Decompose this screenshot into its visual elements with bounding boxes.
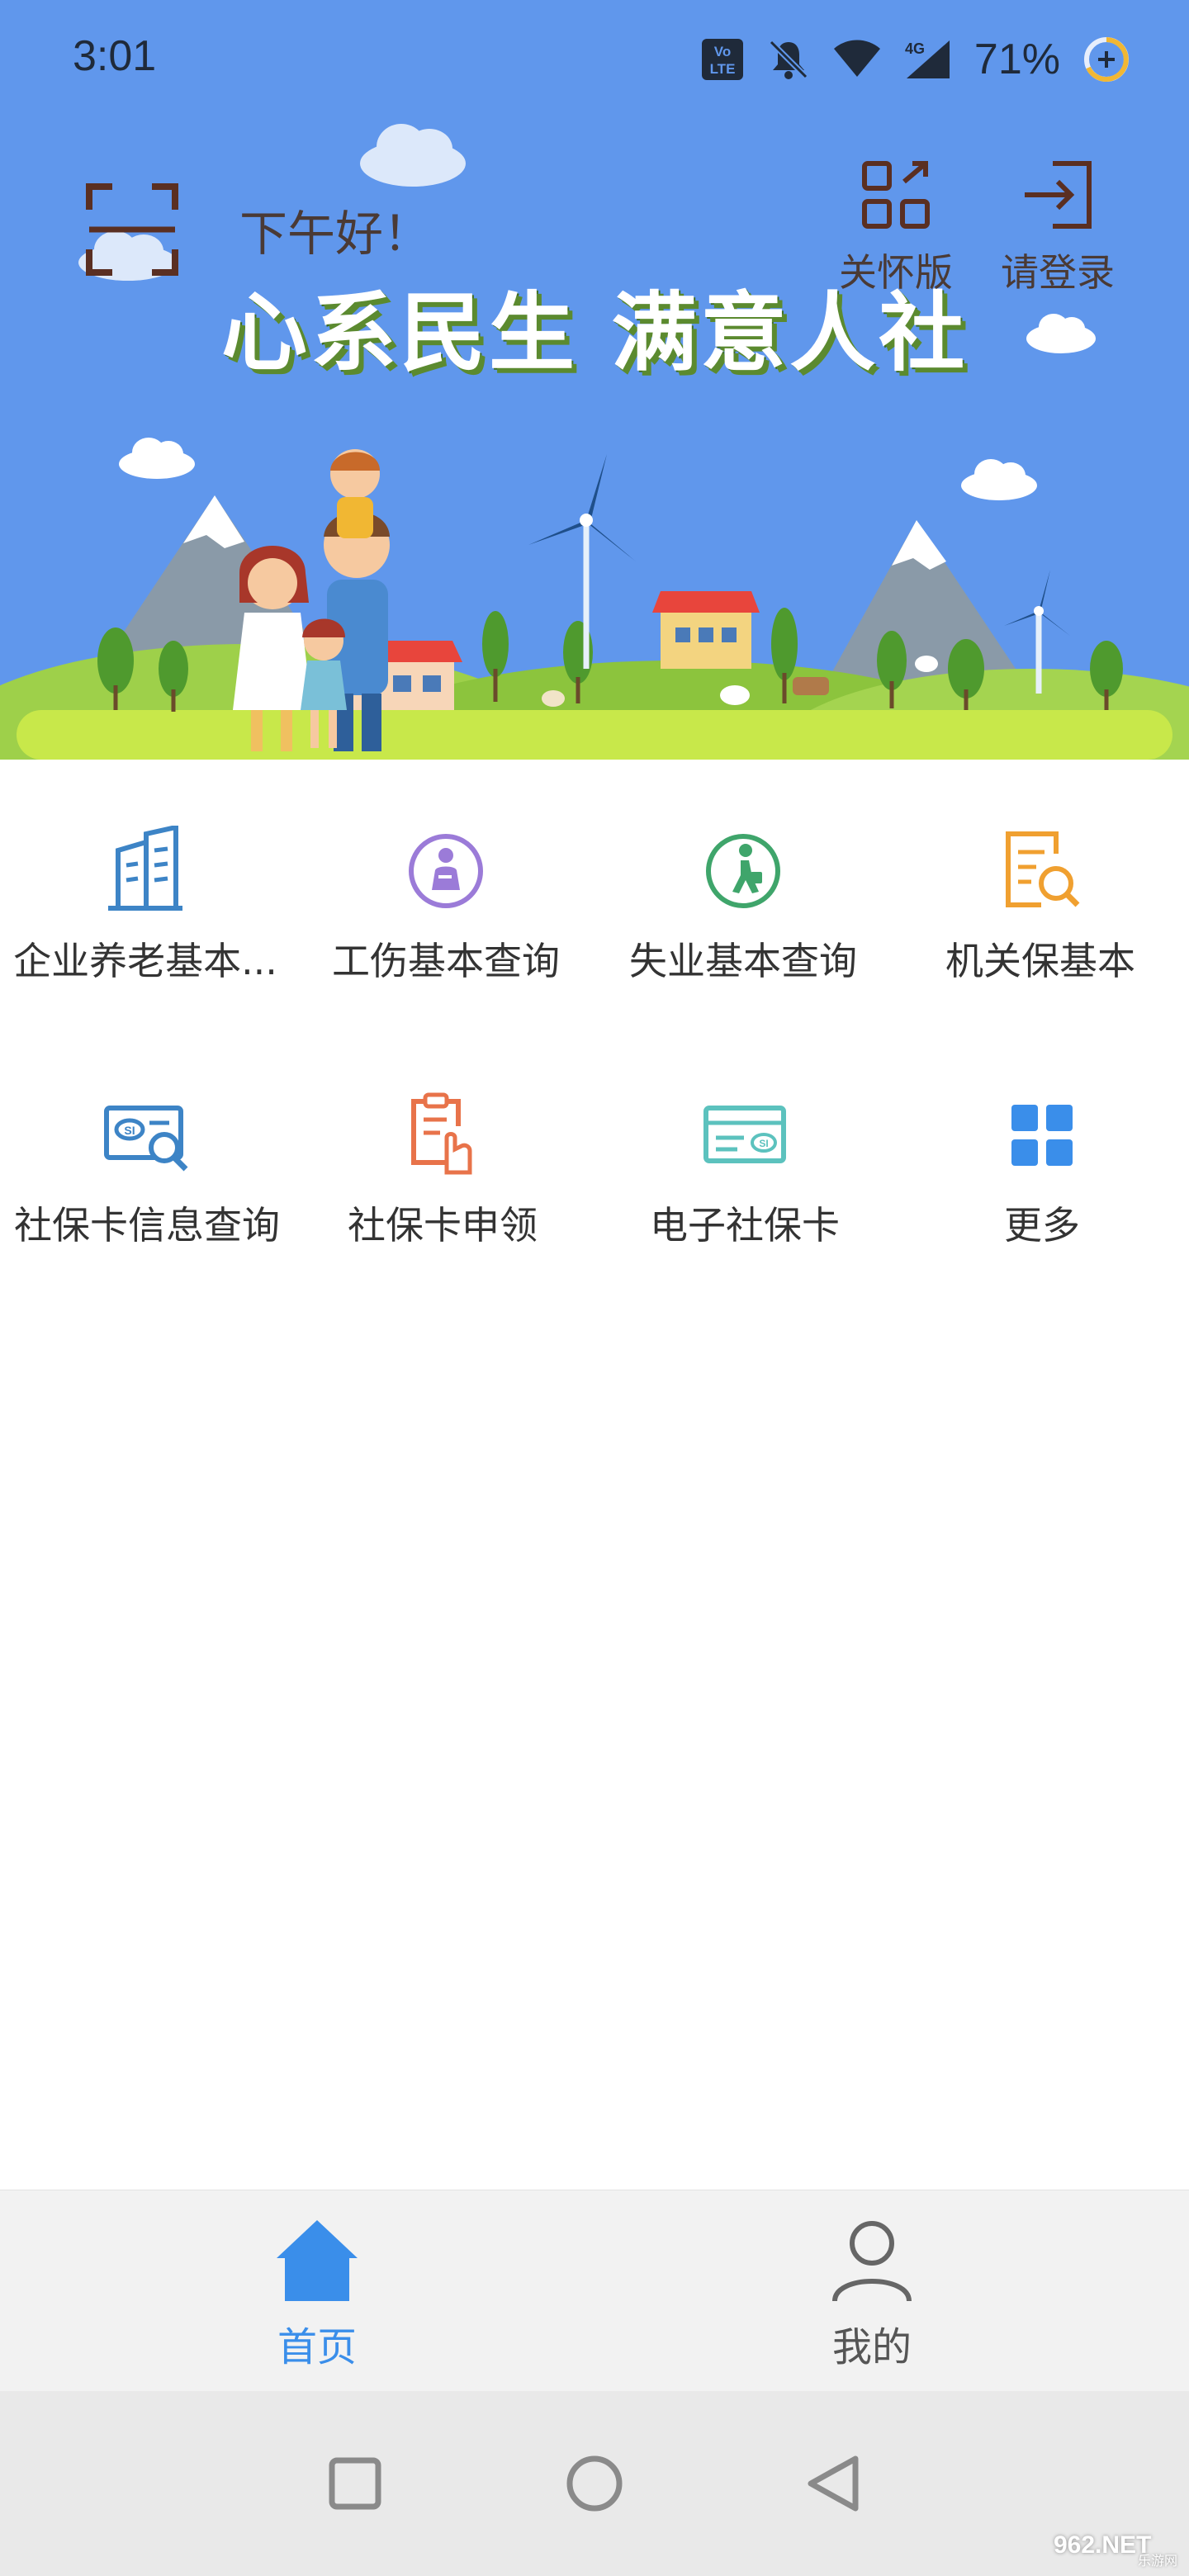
care-mode-icon [862,161,930,229]
nav-mine-label: 我的 [831,2324,912,2370]
mute-icon [769,40,808,79]
battery-percent: 71% [973,36,1060,83]
login-button[interactable]: 请登录 [988,157,1128,297]
card-search-icon: SI [104,1106,188,1172]
svg-text:LTE: LTE [709,61,735,77]
recents-icon[interactable] [314,2442,396,2525]
service-label: 更多 [1004,1203,1080,1248]
document-search-icon [1006,831,1080,907]
service-more[interactable]: 更多 [893,1090,1189,1305]
volte-icon: Vo LTE [701,39,743,80]
back-icon[interactable] [793,2442,875,2525]
watermark-text: 962.NET [1054,2531,1152,2559]
injury-icon [409,834,483,908]
system-navigation-bar: 962.NET 乐游网 [0,2391,1189,2576]
building-icon [108,826,182,911]
service-label: 机关保基本 [945,939,1135,983]
system-home-icon[interactable] [553,2442,636,2525]
svg-text:Vo: Vo [714,44,731,59]
e-card-icon: SI [703,1106,786,1163]
watermark-logo: 962.NET 乐游网 [1054,2531,1177,2569]
nav-mine-tab[interactable]: 我的 [773,2215,971,2372]
service-electronic-card[interactable]: SI 电子社保卡 [596,1090,893,1305]
service-card-application[interactable]: 社保卡申领 [294,1090,591,1305]
service-row: SI 社保卡信息查询 社保卡申领 SI 电子社保卡 更多 [0,1090,1189,1305]
cloud-decoration [1026,314,1096,353]
svg-text:SI: SI [124,1124,135,1137]
watermark-sub: 乐游网 [1137,2553,1177,2569]
care-mode-button[interactable]: 关怀版 [826,157,966,297]
service-enterprise-pension[interactable]: 企业养老基本... [0,826,294,1040]
battery-saver-icon [1084,37,1129,82]
service-work-injury[interactable]: 工伤基本查询 [297,826,594,1040]
service-label: 社保卡信息查询 [14,1203,280,1248]
service-card-info-query[interactable]: SI 社保卡信息查询 [0,1090,296,1305]
service-label: 工伤基本查询 [332,939,560,983]
status-time: 3:01 [73,32,157,80]
wifi-icon [833,40,880,77]
status-bar: 3:01 Vo LTE 4G 71% [0,0,1189,124]
user-icon [832,2221,912,2302]
service-label: 社保卡申领 [348,1203,538,1248]
nav-home-tab[interactable]: 首页 [218,2215,416,2372]
cloud-decoration [360,124,466,187]
family-landscape-illustration [0,449,1189,760]
signal-4g-icon: 4G [905,40,950,78]
grid-more-icon [1011,1105,1073,1166]
service-government-insurance[interactable]: 机关保基本 [892,826,1189,1040]
hand-apply-icon [411,1092,472,1175]
service-unemployment[interactable]: 失业基本查询 [594,826,892,1040]
service-label: 电子社保卡 [650,1203,840,1248]
service-label: 企业养老基本... [13,939,277,983]
walking-person-icon [706,834,780,908]
bottom-navigation: 首页 我的 [0,2190,1189,2391]
care-mode-label: 关怀版 [839,250,953,295]
svg-text:SI: SI [759,1138,768,1149]
service-label: 失业基本查询 [629,939,857,983]
nav-home-label: 首页 [277,2324,357,2370]
svg-text:4G: 4G [905,40,925,57]
login-label: 请登录 [1001,250,1115,295]
status-icons: Vo LTE 4G 71% [700,30,1131,89]
service-row: 企业养老基本... 工伤基本查询 失业基本查询 机关保基本 [0,826,1189,1040]
home-icon [277,2220,358,2301]
hero-banner: 3:01 Vo LTE 4G 71% 下午好！ 心系民生 满意人社 关怀版 请登… [0,0,1189,760]
scan-icon[interactable] [83,180,182,279]
greeting-text: 下午好！ [239,206,432,262]
login-icon [1025,161,1092,229]
